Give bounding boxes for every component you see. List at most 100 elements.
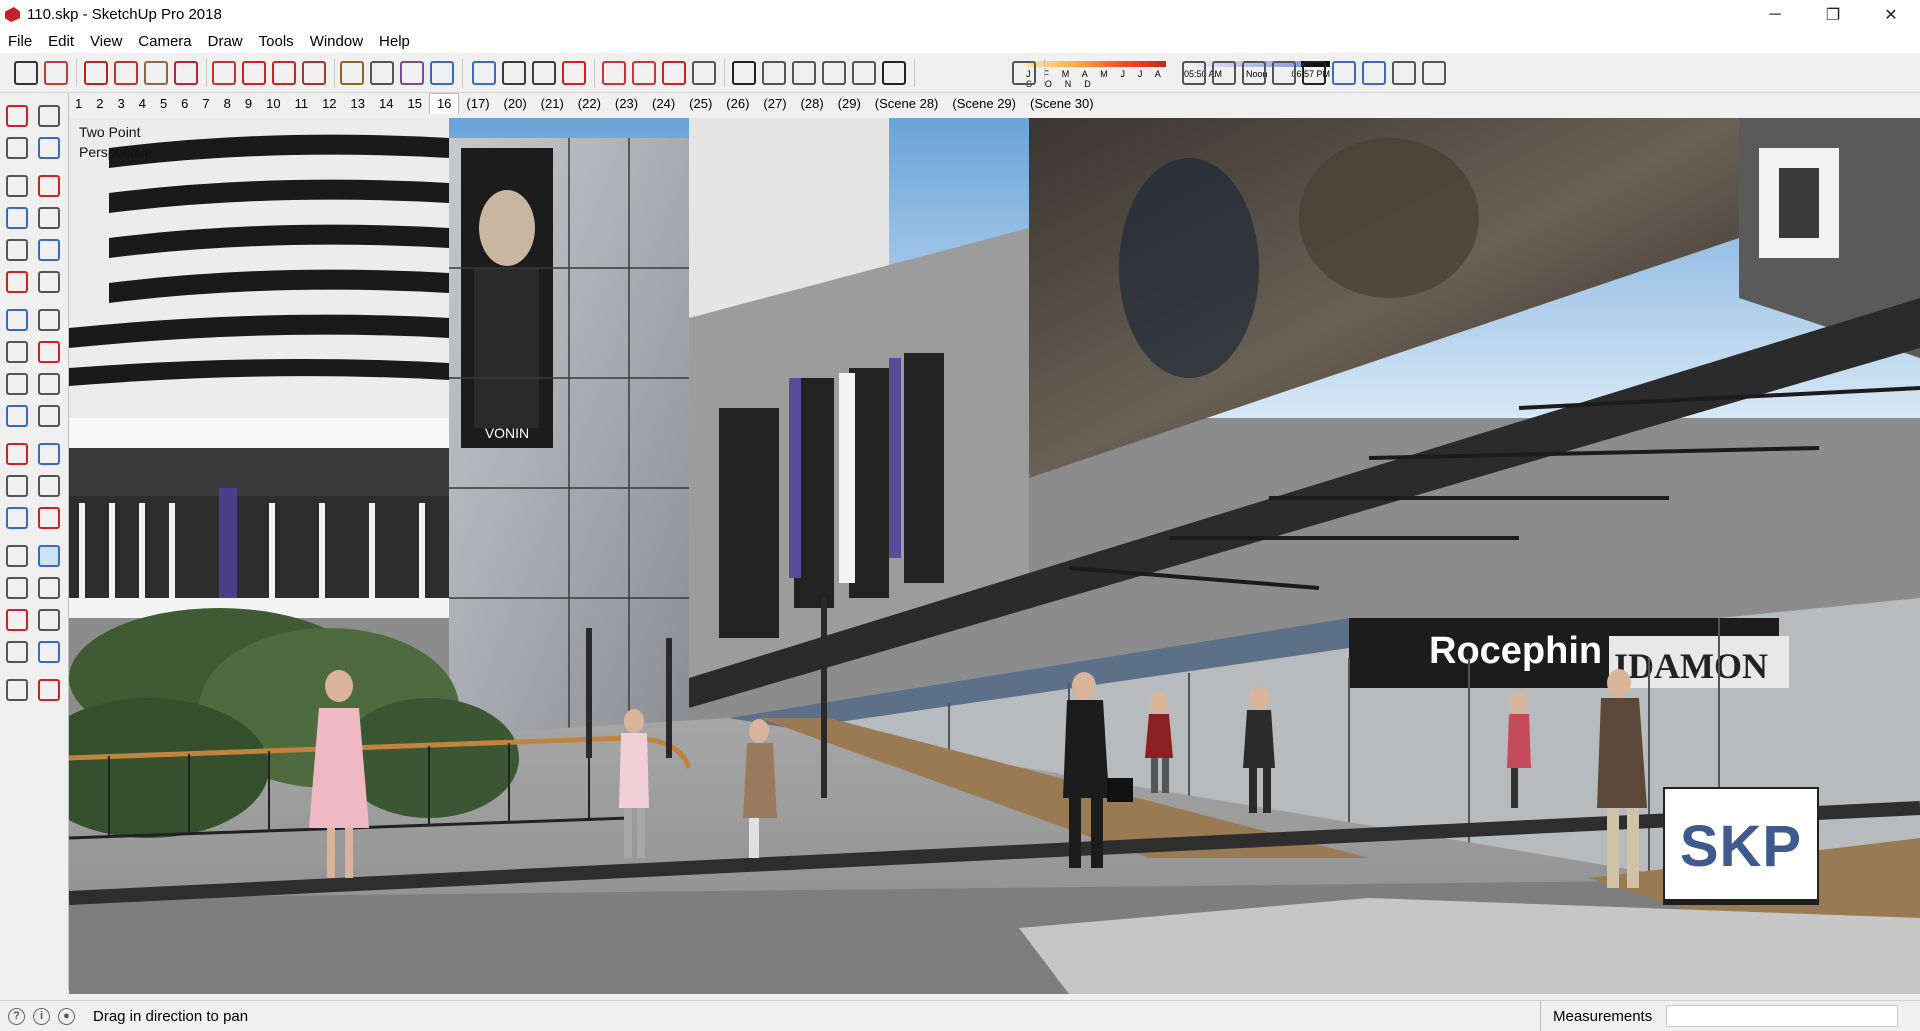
pan-icon[interactable] <box>38 545 60 567</box>
follow-me-icon[interactable] <box>38 373 60 395</box>
xray-icon[interactable] <box>1012 61 1036 85</box>
component-icon[interactable] <box>38 105 60 127</box>
pie-icon[interactable] <box>38 271 60 293</box>
scene-tab-22[interactable]: (25) <box>682 96 719 111</box>
section-plane-icon[interactable] <box>38 679 60 701</box>
menu-view[interactable]: View <box>82 33 130 50</box>
arc-icon[interactable] <box>114 61 138 85</box>
menu-camera[interactable]: Camera <box>130 33 199 50</box>
select-icon[interactable] <box>6 105 28 127</box>
scene-tab-11[interactable]: 12 <box>315 96 343 111</box>
dimension-icon[interactable] <box>38 443 60 465</box>
paint-icon[interactable] <box>6 137 28 159</box>
previous-view-icon[interactable] <box>38 609 60 631</box>
orbit-icon[interactable] <box>430 61 454 85</box>
arc-icon[interactable] <box>6 271 28 293</box>
scene-tab-12[interactable]: 13 <box>344 96 372 111</box>
scene-tab-13[interactable]: 14 <box>372 96 400 111</box>
scene-tab-21[interactable]: (24) <box>645 96 682 111</box>
menu-draw[interactable]: Draw <box>200 33 251 50</box>
tape-measure-icon[interactable] <box>340 61 364 85</box>
layout-icon[interactable] <box>632 61 656 85</box>
circle-icon[interactable] <box>6 239 28 261</box>
minimize-button[interactable]: ─ <box>1746 0 1804 29</box>
scene-tab-28[interactable]: (Scene 29) <box>945 96 1023 111</box>
scene-tab-15[interactable]: 16 <box>428 93 460 114</box>
zoom-icon[interactable] <box>502 61 526 85</box>
wireframe-icon[interactable] <box>1212 61 1236 85</box>
scene-tab-16[interactable]: (17) <box>459 96 496 111</box>
left-view-icon[interactable] <box>852 61 876 85</box>
3d-text-icon[interactable] <box>38 507 60 529</box>
rectangle-icon[interactable] <box>144 61 168 85</box>
style-builder-icon[interactable] <box>1362 61 1386 85</box>
user-account-icon[interactable]: ● <box>58 1007 75 1025</box>
scale-icon[interactable] <box>302 61 326 85</box>
scene-tab-4[interactable]: 5 <box>153 96 174 111</box>
walk-icon[interactable] <box>6 679 28 701</box>
scene-tab-0[interactable]: 1 <box>68 96 89 111</box>
scene-tab-19[interactable]: (22) <box>571 96 608 111</box>
menu-window[interactable]: Window <box>302 33 371 50</box>
scene-tab-20[interactable]: (23) <box>608 96 645 111</box>
push-pull-icon[interactable] <box>38 341 60 363</box>
scene-tab-2[interactable]: 3 <box>110 96 131 111</box>
paint-bucket-icon[interactable] <box>400 61 424 85</box>
back-view-icon[interactable] <box>822 61 846 85</box>
right-view-icon[interactable] <box>792 61 816 85</box>
extension-warehouse-icon[interactable] <box>602 61 626 85</box>
menu-file[interactable]: File <box>0 33 40 50</box>
zoom-extents-icon[interactable] <box>6 609 28 631</box>
scene-tab-7[interactable]: 8 <box>217 96 238 111</box>
scene-tab-6[interactable]: 7 <box>195 96 216 111</box>
photomatch-icon[interactable] <box>1422 61 1446 85</box>
geolocation-icon[interactable]: ? <box>8 1007 25 1025</box>
menu-edit[interactable]: Edit <box>40 33 82 50</box>
shaded-textures-icon[interactable] <box>1302 61 1326 85</box>
shadows-icon[interactable] <box>882 61 906 85</box>
rectangle-icon[interactable] <box>6 207 28 229</box>
rotated-rect-icon[interactable] <box>38 207 60 229</box>
eraser-icon[interactable] <box>44 61 68 85</box>
sandbox-icon[interactable] <box>1392 61 1416 85</box>
push-pull-icon[interactable] <box>174 61 198 85</box>
rotate-icon[interactable] <box>272 61 296 85</box>
scene-tab-27[interactable]: (Scene 28) <box>868 96 946 111</box>
credits-icon[interactable]: i <box>33 1007 50 1025</box>
polygon-icon[interactable] <box>38 239 60 261</box>
scene-tab-29[interactable]: (Scene 30) <box>1023 96 1101 111</box>
text-icon[interactable] <box>370 61 394 85</box>
scene-tab-10[interactable]: 11 <box>288 96 316 111</box>
line-icon[interactable] <box>6 175 28 197</box>
rotate-icon[interactable] <box>6 373 28 395</box>
line-icon[interactable] <box>84 61 108 85</box>
move-icon[interactable] <box>6 341 28 363</box>
scale-icon[interactable] <box>6 405 28 427</box>
three-point-arc-icon[interactable] <box>6 309 28 331</box>
scene-tab-5[interactable]: 6 <box>174 96 195 111</box>
scene-tab-3[interactable]: 4 <box>132 96 153 111</box>
monochrome-icon[interactable] <box>1332 61 1356 85</box>
front-view-icon[interactable] <box>762 61 786 85</box>
measurements-input[interactable] <box>1666 1005 1899 1027</box>
look-around-icon[interactable] <box>38 641 60 663</box>
shadow-date-slider[interactable]: J F M A M J J A S O N D <box>1026 58 1166 90</box>
orbit-icon[interactable] <box>6 545 28 567</box>
zoom-window-icon[interactable] <box>38 577 60 599</box>
two-point-arc-icon[interactable] <box>38 309 60 331</box>
scene-tab-24[interactable]: (27) <box>756 96 793 111</box>
back-edges-icon[interactable] <box>1182 61 1206 85</box>
close-button[interactable]: ✕ <box>1862 0 1920 29</box>
scene-tab-9[interactable]: 10 <box>259 96 287 111</box>
text-icon[interactable] <box>38 475 60 497</box>
zoom-extents-icon[interactable] <box>532 61 556 85</box>
move-icon[interactable] <box>242 61 266 85</box>
hidden-line-icon[interactable] <box>1242 61 1266 85</box>
scene-tab-8[interactable]: 9 <box>238 96 259 111</box>
offset-icon[interactable] <box>38 405 60 427</box>
maximize-button[interactable]: ❐ <box>1804 0 1862 29</box>
axes-icon[interactable] <box>6 507 28 529</box>
warehouse-icon[interactable] <box>562 61 586 85</box>
shaded-icon[interactable] <box>1272 61 1296 85</box>
select-icon[interactable] <box>14 61 38 85</box>
